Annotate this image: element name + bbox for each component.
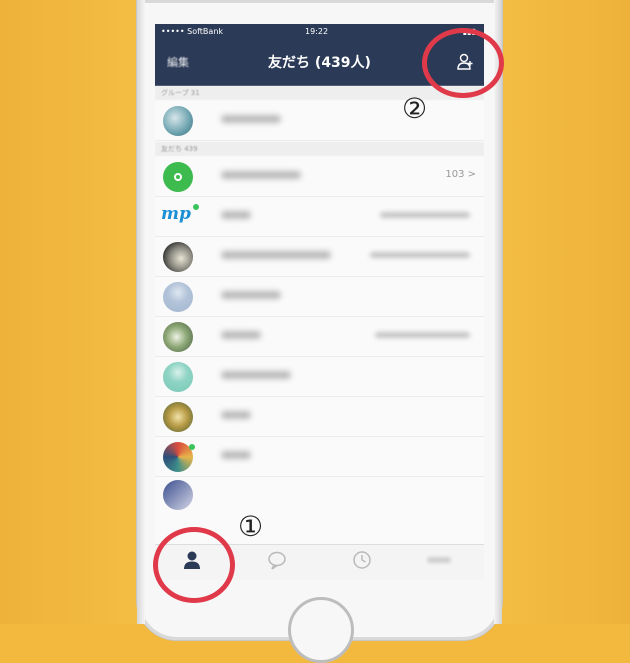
new-indicator [193,204,199,210]
contact-name [221,451,251,459]
timeline-icon [353,551,371,569]
annotation-number-1: ① [238,510,264,543]
status-message [380,212,470,218]
avatar [163,162,193,192]
list-item[interactable] [155,356,484,397]
avatar [163,362,193,392]
highlight-circle-add-friend [422,28,504,98]
avatar [163,106,193,136]
contact-name [221,171,301,179]
other-icon [427,557,451,563]
status-message [370,252,470,258]
tab-other[interactable] [427,549,457,577]
list-item[interactable] [155,236,484,277]
contact-name [221,251,331,259]
avatar [163,480,193,510]
new-indicator [189,444,195,450]
status-message [375,332,470,338]
list-item[interactable] [155,396,484,437]
tab-timeline[interactable] [347,549,377,577]
avatar [163,322,193,352]
list-item[interactable] [155,476,484,516]
carrier-label: ••••• SoftBank [161,27,224,36]
contact-name [221,331,261,339]
contact-name [221,211,251,219]
clock: 19:22 [305,27,329,36]
list-item[interactable]: mp [155,196,484,237]
list-item[interactable] [155,436,484,477]
avatar [163,402,193,432]
phone-edge [494,0,502,624]
highlight-circle-friends-tab [153,527,235,603]
annotation-number-2: ② [402,92,428,125]
list-item[interactable] [155,316,484,357]
contact-name [221,371,291,379]
avatar [163,242,193,272]
phone-edge [137,0,145,624]
contact-name [221,291,281,299]
count-label: 103 > [445,169,476,180]
home-button[interactable] [288,597,354,663]
list-item[interactable] [155,100,484,141]
list-item[interactable]: 103 > [155,156,484,197]
mp-logo: mp [161,204,191,224]
avatar [163,282,193,312]
chat-icon [268,551,286,570]
contact-name [221,411,251,419]
phone-screen: ••••• SoftBank 19:22 ▮▮▮ 編集 友だち (439人) グ… [155,24,484,580]
list-item[interactable] [155,276,484,317]
contact-name [221,115,281,123]
section-header-friends: 友だち 439 [155,142,484,156]
tab-chats[interactable] [262,549,292,577]
